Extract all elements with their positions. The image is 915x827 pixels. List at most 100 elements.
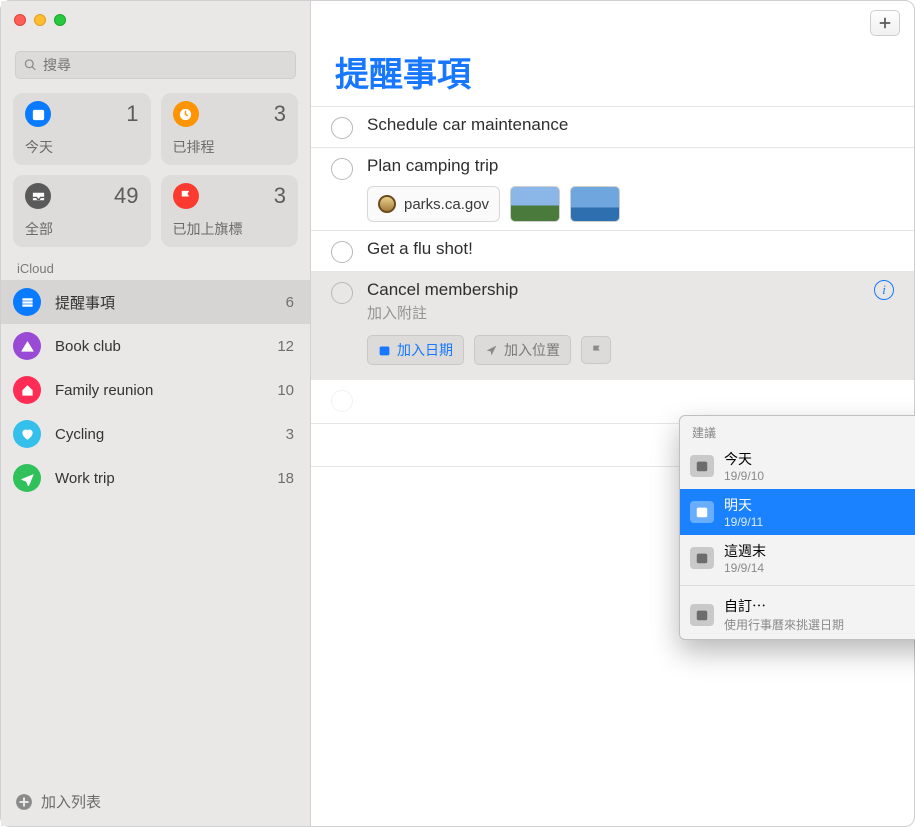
smart-list-flagged-label: 已加上旗標 xyxy=(173,219,287,239)
plus-circle-icon xyxy=(15,793,33,811)
reminder-title[interactable]: Plan camping trip xyxy=(367,156,894,176)
reminder-title[interactable]: Cancel membership xyxy=(367,280,860,300)
popover-item-sublabel: 19/9/10 xyxy=(724,469,764,483)
sidebar-list-row[interactable]: Family reunion10 xyxy=(1,368,310,412)
reminder-checkbox[interactable] xyxy=(331,390,353,412)
smart-list-today-label: 今天 xyxy=(25,137,139,157)
list-icon xyxy=(13,420,41,448)
smart-list-all-count: 49 xyxy=(114,183,138,209)
smart-list-all-label: 全部 xyxy=(25,219,139,239)
list-icon xyxy=(13,376,41,404)
smart-list-all[interactable]: 49 全部 xyxy=(13,175,151,247)
info-button[interactable]: i xyxy=(874,280,894,300)
inbox-icon xyxy=(25,183,51,209)
location-icon xyxy=(485,344,498,357)
new-reminder-button[interactable] xyxy=(870,10,900,36)
reminder-item[interactable]: Get a flu shot! xyxy=(311,230,914,271)
reminder-notes-field[interactable]: 加入附註 xyxy=(367,302,860,323)
image-attachment[interactable] xyxy=(570,186,620,222)
reminders-list: Schedule car maintenance Plan camping tr… xyxy=(311,106,914,467)
sidebar-section-header: iCloud xyxy=(1,257,310,280)
search-input[interactable] xyxy=(43,57,287,73)
calendar-icon xyxy=(690,455,714,477)
calendar-icon xyxy=(378,344,391,357)
list-icon xyxy=(13,332,41,360)
plus-icon xyxy=(878,16,892,30)
list-name: Cycling xyxy=(55,426,286,443)
smart-lists-grid: 1 今天 3 已排程 49 全部 xyxy=(13,93,298,247)
sidebar-list-row[interactable]: Work trip18 xyxy=(1,456,310,500)
smart-list-scheduled-label: 已排程 xyxy=(173,137,287,157)
list-count: 18 xyxy=(277,470,294,487)
list-name: 提醒事項 xyxy=(55,292,286,313)
add-location-pill[interactable]: 加入位置 xyxy=(474,335,571,365)
smart-list-today[interactable]: 1 今天 xyxy=(13,93,151,165)
list-title: 提醒事項 xyxy=(311,45,914,106)
main-pane: 提醒事項 Schedule car maintenance Plan campi… xyxy=(311,1,914,826)
calendar-today-icon xyxy=(25,101,51,127)
reminder-checkbox[interactable] xyxy=(331,282,353,304)
list-icon xyxy=(13,464,41,492)
main-toolbar xyxy=(311,1,914,45)
popover-item-label: 明天 xyxy=(724,495,763,515)
reminder-checkbox[interactable] xyxy=(331,158,353,180)
sidebar-list-row[interactable]: Cycling3 xyxy=(1,412,310,456)
link-attachment[interactable]: parks.ca.gov xyxy=(367,186,500,222)
window-zoom-button[interactable] xyxy=(54,14,66,26)
flag-toggle[interactable] xyxy=(581,336,611,364)
window-minimize-button[interactable] xyxy=(34,14,46,26)
reminder-title[interactable]: Get a flu shot! xyxy=(367,239,894,259)
image-attachment[interactable] xyxy=(510,186,560,222)
popover-divider xyxy=(680,585,915,586)
sidebar: 1 今天 3 已排程 49 全部 xyxy=(1,1,311,826)
popover-header: 建議 xyxy=(680,416,915,443)
popover-item-label: 這週末 xyxy=(724,541,766,561)
list-count: 3 xyxy=(286,426,294,443)
add-location-label: 加入位置 xyxy=(504,340,560,360)
reminder-item[interactable]: Plan camping trip parks.ca.gov xyxy=(311,147,914,230)
popover-item[interactable]: 這週末19/9/14 xyxy=(680,535,915,581)
reminder-item[interactable]: Schedule car maintenance xyxy=(311,106,914,147)
popover-item[interactable]: 明天19/9/11 xyxy=(680,489,915,535)
search-field[interactable] xyxy=(15,51,296,79)
smart-list-today-count: 1 xyxy=(126,101,138,127)
sidebar-lists: 提醒事項6Book club12Family reunion10Cycling3… xyxy=(1,280,310,781)
smart-list-flagged-count: 3 xyxy=(274,183,286,209)
list-icon xyxy=(13,288,41,316)
list-count: 6 xyxy=(286,294,294,311)
flag-icon xyxy=(173,183,199,209)
popover-item-sublabel: 19/9/11 xyxy=(724,515,763,529)
search-icon xyxy=(24,58,37,72)
window-close-button[interactable] xyxy=(14,14,26,26)
sidebar-list-row[interactable]: Book club12 xyxy=(1,324,310,368)
popover-item-sublabel: 19/9/14 xyxy=(724,561,766,575)
popover-item-label: 自訂⋯ xyxy=(724,596,844,616)
add-list-button[interactable]: 加入列表 xyxy=(1,781,310,826)
add-date-pill[interactable]: 加入日期 xyxy=(367,335,464,365)
date-suggestions-popover: 建議 今天19/9/10明天19/9/11這週末19/9/14 自訂⋯ 使用行事… xyxy=(679,415,915,640)
list-name: Family reunion xyxy=(55,382,277,399)
calendar-icon xyxy=(690,501,714,523)
favicon-icon xyxy=(378,195,396,213)
list-name: Book club xyxy=(55,338,277,355)
calendar-icon xyxy=(690,604,714,626)
list-name: Work trip xyxy=(55,470,277,487)
list-count: 12 xyxy=(277,338,294,355)
clock-icon xyxy=(173,101,199,127)
sidebar-list-row[interactable]: 提醒事項6 xyxy=(1,280,310,324)
reminder-title[interactable]: Schedule car maintenance xyxy=(367,115,894,135)
smart-list-flagged[interactable]: 3 已加上旗標 xyxy=(161,175,299,247)
smart-list-scheduled-count: 3 xyxy=(274,101,286,127)
smart-list-scheduled[interactable]: 3 已排程 xyxy=(161,93,299,165)
reminder-item-editing[interactable]: Cancel membership 加入附註 加入日期 加入位置 xyxy=(311,271,914,379)
add-date-label: 加入日期 xyxy=(397,340,453,360)
popover-item-sublabel: 使用行事曆來挑選日期 xyxy=(724,616,844,633)
popover-item[interactable]: 今天19/9/10 xyxy=(680,443,915,489)
calendar-icon xyxy=(690,547,714,569)
flag-icon xyxy=(590,344,603,357)
reminder-checkbox[interactable] xyxy=(331,117,353,139)
window-traffic-lights xyxy=(0,0,66,40)
reminder-checkbox[interactable] xyxy=(331,241,353,263)
list-count: 10 xyxy=(277,382,294,399)
popover-item-custom[interactable]: 自訂⋯ 使用行事曆來挑選日期 xyxy=(680,590,915,639)
